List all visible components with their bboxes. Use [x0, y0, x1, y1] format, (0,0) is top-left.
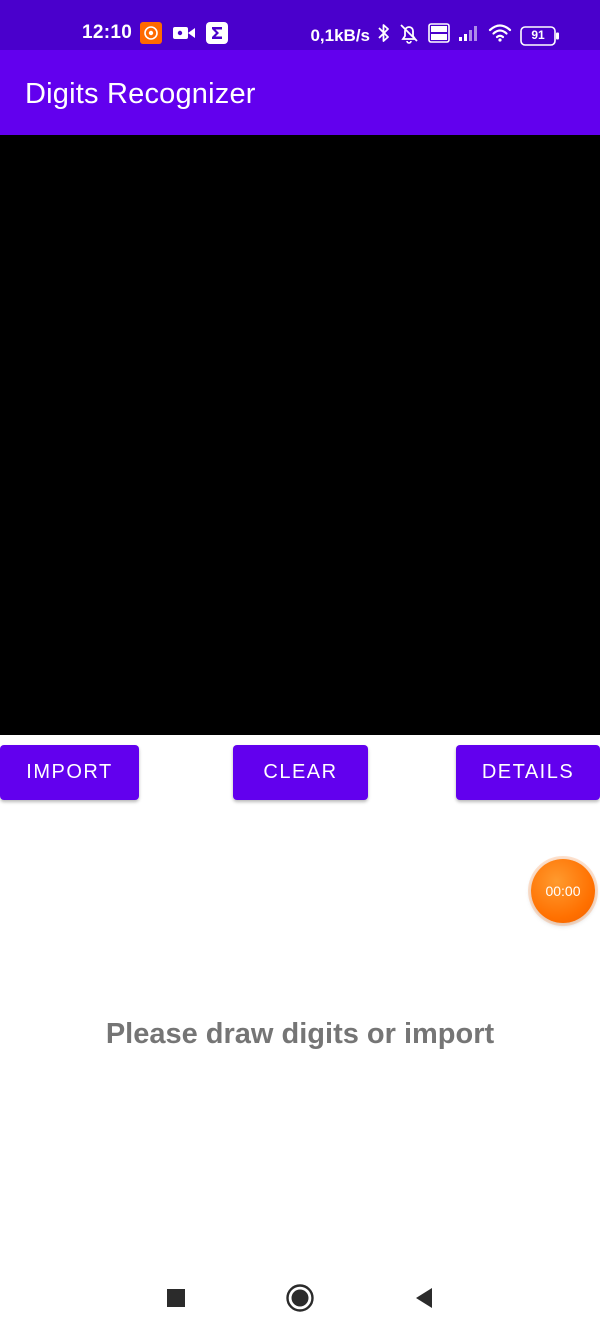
recents-square-icon[interactable]	[154, 1276, 198, 1320]
volte-icon	[428, 23, 450, 48]
app-bar: Digits Recognizer	[0, 50, 600, 135]
camera-app-icon	[140, 22, 162, 49]
recording-timer-bubble[interactable]: 00:00	[531, 859, 595, 923]
video-record-icon	[172, 24, 196, 47]
bluetooth-icon	[378, 23, 390, 48]
status-left-icons	[140, 22, 228, 49]
import-button[interactable]: IMPORT	[0, 745, 139, 800]
signal-icon	[458, 24, 480, 47]
drawing-canvas[interactable]	[0, 135, 600, 735]
battery-icon: 91	[520, 25, 560, 46]
navigation-bar	[0, 1262, 600, 1333]
clear-button[interactable]: CLEAR	[233, 745, 368, 800]
status-time: 12:10	[82, 22, 133, 43]
sigma-app-icon	[206, 22, 228, 49]
battery-level: 91	[531, 27, 545, 42]
result-prompt: Please draw digits or import	[105, 1018, 495, 1050]
wifi-icon	[488, 24, 512, 47]
timer-label: 00:00	[545, 883, 581, 899]
back-triangle-icon[interactable]	[402, 1276, 446, 1320]
status-bar: 12:10 0,1kB/s 91	[0, 0, 600, 50]
home-circle-icon[interactable]	[278, 1276, 322, 1320]
app-title: Digits Recognizer	[25, 78, 256, 110]
details-button[interactable]: DETAILS	[456, 745, 600, 800]
alarm-off-icon	[398, 22, 420, 49]
net-speed: 0,1kB/s	[310, 25, 370, 45]
status-right-icons: 0,1kB/s 91	[310, 22, 560, 49]
